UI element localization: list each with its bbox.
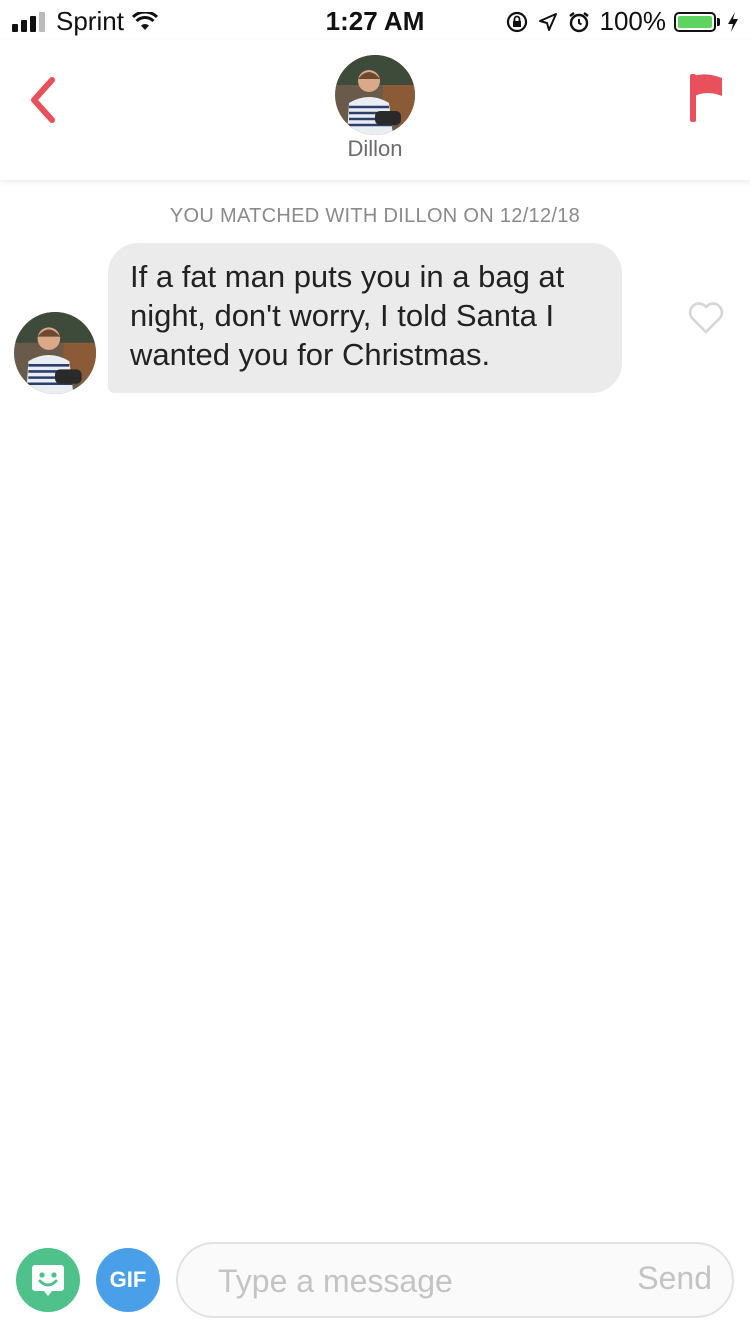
message-line: night, don't worry, I told Santa I	[130, 298, 555, 333]
match-name[interactable]: Dillon	[0, 136, 750, 162]
battery-level-fill	[678, 15, 712, 28]
message-bubble[interactable]: If a fat man puts you in a bag at night,…	[108, 243, 622, 393]
avatar-photo	[335, 55, 415, 135]
avatar-photo	[14, 312, 96, 394]
message-line: wanted you for Christmas.	[130, 337, 491, 372]
back-button[interactable]	[18, 70, 68, 130]
match-notice: YOU MATCHED WITH DILLON ON 12/12/18	[169, 205, 581, 227]
battery-icon	[674, 11, 716, 32]
sender-avatar[interactable]	[14, 312, 96, 394]
message-composer: Send	[176, 1242, 734, 1318]
status-right: 100%	[496, 6, 741, 37]
rotation-lock-icon	[506, 11, 527, 32]
flag-icon	[690, 74, 722, 122]
message-input[interactable]	[216, 1258, 610, 1304]
send-button[interactable]: Send	[637, 1260, 712, 1297]
battery-percent: 100%	[599, 6, 667, 36]
chat-header: Dillon	[0, 40, 750, 180]
battery-tip	[717, 17, 720, 26]
location-icon	[538, 12, 557, 31]
chevron-left-icon	[31, 77, 55, 123]
message-line: If a fat man puts you in a bag at	[130, 259, 565, 294]
like-message-button[interactable]	[686, 298, 726, 338]
gif-button[interactable]: GIF	[96, 1248, 160, 1312]
sticker-button[interactable]	[16, 1248, 80, 1312]
charging-icon	[728, 11, 738, 32]
sticker-face-icon	[32, 1265, 64, 1296]
profile-avatar[interactable]	[335, 55, 415, 135]
alarm-icon	[568, 11, 589, 32]
report-button[interactable]	[686, 70, 726, 126]
heart-outline-icon	[688, 302, 724, 334]
chat-screen: Sprint 1:27 AM 100% Dillon YOU MATCHED W…	[0, 0, 750, 1334]
status-bar: Sprint 1:27 AM 100%	[0, 0, 750, 40]
